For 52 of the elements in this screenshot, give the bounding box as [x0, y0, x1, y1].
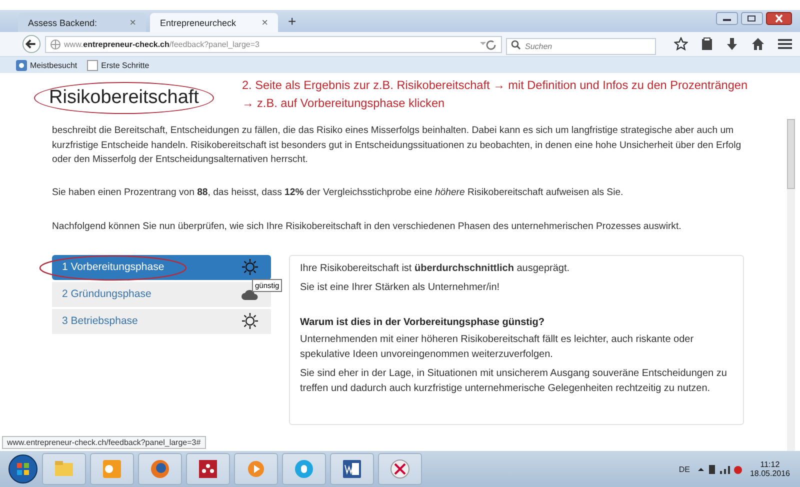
language-indicator[interactable]: DE — [678, 464, 690, 474]
start-icon[interactable] — [8, 454, 38, 484]
clock-time[interactable]: 11:12 — [760, 460, 780, 469]
tray-icons-drawing[interactable] — [696, 463, 744, 475]
page-icon — [87, 60, 98, 70]
panel-text: Unternehmenden mit einer höheren Risikobereitschaft fällt es leichter, auch riskante oder spekulative Ideen unvoreingenommen weiterzuverfolgen. — [300, 332, 695, 362]
tab-title: Entrepreneurcheck — [160, 18, 236, 28]
bookmark-icon — [16, 60, 27, 70]
paragraph: Nachfolgend können Sie nun überprüfen, wie sich Ihre Risikobereitschaft in den verschiedenen Phasen des unternehmerischen Prozesses auswirkt. — [52, 220, 682, 234]
panel-text: Sie ist eine Ihrer Stärken als Unternehmer/in! — [300, 280, 501, 294]
globe-icon — [50, 38, 62, 50]
status-url: www.entrepreneur-check.ch/feedback?panel_large=3# — [2, 436, 206, 449]
minimize-icon[interactable] — [716, 12, 738, 25]
restore-icon[interactable] — [741, 12, 763, 25]
menu-icon[interactable] — [778, 38, 792, 50]
search-field[interactable]: Suchen — [506, 38, 656, 54]
close-tab-button[interactable]: × — [262, 16, 268, 28]
scrollbar-thumb[interactable] — [787, 119, 795, 189]
taskbar-button[interactable] — [138, 453, 182, 485]
taskbar-button[interactable] — [378, 453, 422, 485]
clock-date[interactable]: 18.05.2016 — [750, 469, 790, 478]
home-icon[interactable] — [751, 37, 765, 51]
scrollbar[interactable] — [787, 119, 795, 451]
star-icon[interactable] — [674, 37, 688, 51]
phase-tab[interactable]: 1 Vorbereitungsphase — [52, 254, 271, 280]
paragraph: Sie haben einen Prozentrang von 88, das heisst, dass 12% der Vergleichsstichprobe eine höhere Risikobereitschaft aufweisen als Sie. — [52, 186, 624, 200]
phase-tab[interactable]: 3 Betriebsphase — [52, 308, 271, 334]
annotation-text: 2. Seite als Ergebnis zur z.B. Risikobereitschaft → mit Definition und Infos zu den Prozenträngen → z.B. auf Vorbereitungsphase klicken — [242, 77, 749, 112]
paragraph: beschreibt die Bereitschaft, Entscheidungen zu fällen, die das Risiko eines Misserfolgs beinhalten. Dabei kann es sich um langfristige strategische aber auch um kurzfristige Entscheide handeln. Risikobereitschaft ist besonders gut in Entscheidungssituationen zu beobachten, in denen eine hohe Unsicherheit über den Erfolg oder den Misserfolg der Entscheidungsalternativen herrscht. — [52, 124, 742, 167]
url-text: www.entrepreneur-check.ch/feedback?panel_large=3 — [64, 40, 260, 48]
taskbar-button[interactable] — [186, 453, 230, 485]
clipboard-icon[interactable] — [701, 37, 713, 51]
browser-tab[interactable]: Entrepreneurcheck × — [150, 13, 278, 32]
panel-heading: Warum ist dies in der Vorbereitungsphase günstig? — [300, 316, 546, 328]
address-bar[interactable]: www.entrepreneur-check.ch/feedback?panel_large=3 — [45, 36, 502, 52]
close-tab-button[interactable]: × — [130, 16, 136, 28]
download-icon[interactable] — [726, 37, 738, 51]
search-icon — [511, 40, 521, 50]
close-icon[interactable] — [766, 12, 792, 25]
bookmark-link[interactable]: Meistbesucht — [16, 60, 78, 70]
sun-icon — [241, 312, 259, 330]
taskbar-button[interactable] — [330, 453, 374, 485]
page-title: Risikobereitschaft — [34, 82, 214, 114]
tab-title: Assess Backend: — [28, 18, 98, 28]
sun-icon — [241, 258, 259, 276]
back-icon[interactable] — [22, 34, 42, 54]
browser-tab[interactable]: Assess Backend: × — [18, 13, 146, 32]
bookmark-link[interactable]: Erste Schritte — [87, 60, 150, 70]
reload-icon[interactable] — [479, 38, 497, 50]
panel-text: Sie sind eher in der Lage, in Situationen mit unsicherem Ausgang souveräne Entscheidungen zu treffen und dadurch auch kurzfristige unternehmerische Gelegenheiten rechtzeitig zu nutzen. — [300, 366, 728, 396]
new-tab-button[interactable]: + — [288, 13, 296, 29]
panel-text: Ihre Risikobereitschaft ist überdurchschnittlich ausgeprägt. — [300, 262, 571, 276]
